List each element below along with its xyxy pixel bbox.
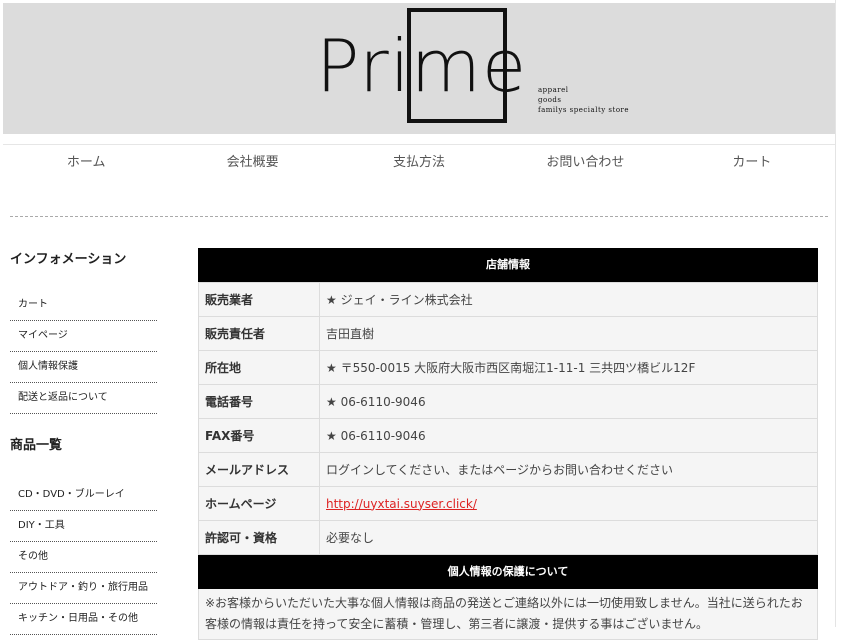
table-row: FAX番号 ★ 06-6110-9046 bbox=[198, 418, 818, 453]
row-key: FAX番号 bbox=[198, 418, 320, 453]
nav-payment[interactable]: 支払方法 bbox=[336, 145, 502, 181]
sidebar-products-title: 商品一覧 bbox=[10, 438, 63, 453]
table-row: 販売責任者 吉田直樹 bbox=[198, 316, 818, 351]
row-value: 必要なし bbox=[319, 520, 818, 555]
tagline-line: familys specialty store bbox=[538, 106, 630, 114]
store-info-heading: 店舗情報 bbox=[198, 248, 818, 282]
row-key: 電話番号 bbox=[198, 384, 320, 419]
sidebar-info-title: インフォメーション bbox=[10, 252, 127, 267]
row-value: 吉田直樹 bbox=[319, 316, 818, 351]
nav-cart[interactable]: カート bbox=[669, 145, 835, 181]
divider bbox=[10, 216, 828, 217]
sidebar-info-list: カート マイページ 個人情報保護 配送と返品について bbox=[10, 290, 160, 414]
table-row: 所在地 ★ 〒550-0015 大阪府大阪市西区南堀江1-11-1 三共四ツ橋ビ… bbox=[198, 350, 818, 385]
table-row: 電話番号 ★ 06-6110-9046 bbox=[198, 384, 818, 419]
table-row: メールアドレス ログインしてください、またはページからお問い合わせください bbox=[198, 452, 818, 487]
sidebar-item-outdoor[interactable]: アウトドア・釣り・旅行用品 bbox=[10, 573, 157, 604]
row-value: ★ 06-6110-9046 bbox=[319, 418, 818, 453]
nav-home[interactable]: ホーム bbox=[3, 145, 169, 181]
row-key: 所在地 bbox=[198, 350, 320, 385]
scrollbar-track[interactable] bbox=[835, 0, 865, 627]
privacy-heading: 個人情報の保護について bbox=[198, 555, 818, 589]
row-key: 販売業者 bbox=[198, 282, 320, 317]
tagline-line: goods bbox=[538, 96, 562, 104]
sidebar-item-cd-dvd[interactable]: CD・DVD・ブルーレイ bbox=[10, 480, 157, 511]
logo[interactable]: Prime bbox=[316, 21, 527, 111]
main-nav: ホーム 会社概要 支払方法 お問い合わせ カート bbox=[3, 144, 835, 181]
row-value: http://uyxtai.suyser.click/ bbox=[319, 486, 818, 521]
row-key: ホームページ bbox=[198, 486, 320, 521]
nav-contact[interactable]: お問い合わせ bbox=[502, 145, 668, 181]
sidebar-item-mypage[interactable]: マイページ bbox=[10, 321, 157, 352]
sidebar-products-list: CD・DVD・ブルーレイ DIY・工具 その他 アウトドア・釣り・旅行用品 キッ… bbox=[10, 480, 160, 635]
table-row: ホームページ http://uyxtai.suyser.click/ bbox=[198, 486, 818, 521]
store-info-table: 販売業者 ★ ジェイ・ライン株式会社 販売責任者 吉田直樹 所在地 ★ 〒550… bbox=[198, 282, 818, 555]
sidebar-item-diy[interactable]: DIY・工具 bbox=[10, 511, 157, 542]
sidebar-item-cart[interactable]: カート bbox=[10, 290, 157, 321]
sidebar-item-kitchen[interactable]: キッチン・日用品・その他 bbox=[10, 604, 157, 635]
sidebar-item-privacy[interactable]: 個人情報保護 bbox=[10, 352, 157, 383]
tagline-line: apparel bbox=[538, 86, 569, 94]
nav-company[interactable]: 会社概要 bbox=[169, 145, 335, 181]
main-content: 店舗情報 販売業者 ★ ジェイ・ライン株式会社 販売責任者 吉田直樹 所在地 ★… bbox=[198, 248, 818, 640]
privacy-text: ※お客様からいただいた大事な個人情報は商品の発送とご連絡以外には一切使用致しませ… bbox=[198, 589, 818, 640]
homepage-link[interactable]: http://uyxtai.suyser.click/ bbox=[326, 497, 477, 511]
table-row: 許認可・資格 必要なし bbox=[198, 520, 818, 555]
sidebar: インフォメーション カート マイページ 個人情報保護 配送と返品について 商品一… bbox=[10, 248, 160, 635]
sidebar-item-shipping[interactable]: 配送と返品について bbox=[10, 383, 157, 414]
site-header: Prime apparel goods familys specialty st… bbox=[3, 3, 835, 134]
row-value: ★ 06-6110-9046 bbox=[319, 384, 818, 419]
row-key: 許認可・資格 bbox=[198, 520, 320, 555]
row-key: 販売責任者 bbox=[198, 316, 320, 351]
tagline: apparel goods familys specialty store bbox=[538, 85, 629, 115]
sidebar-item-other[interactable]: その他 bbox=[10, 542, 157, 573]
row-key: メールアドレス bbox=[198, 452, 320, 487]
row-value: ログインしてください、またはページからお問い合わせください bbox=[319, 452, 818, 487]
row-value: ★ 〒550-0015 大阪府大阪市西区南堀江1-11-1 三共四ツ橋ビル12F bbox=[319, 350, 818, 385]
table-row: 販売業者 ★ ジェイ・ライン株式会社 bbox=[198, 282, 818, 317]
row-value: ★ ジェイ・ライン株式会社 bbox=[319, 282, 818, 317]
